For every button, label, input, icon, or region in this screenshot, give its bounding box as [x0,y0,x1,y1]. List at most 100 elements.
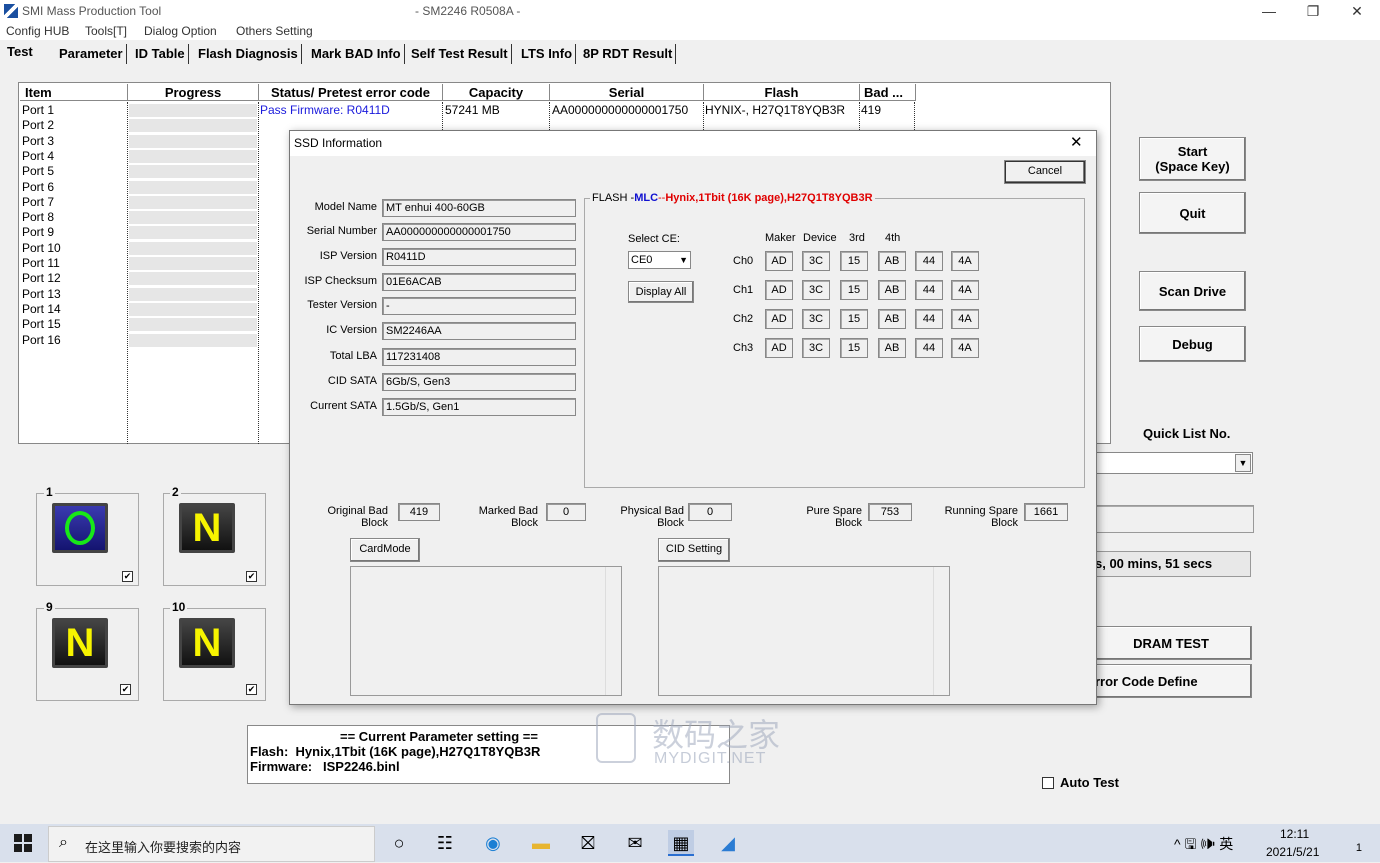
status-field [1090,505,1254,533]
info-value: 01E6ACAB [382,273,576,291]
card-mode-button[interactable]: CardMode [350,538,420,562]
notification-icon[interactable]: 1 [1340,833,1362,855]
tab-id-table[interactable]: ID Table [132,44,189,64]
flash-id-byte: AD [765,338,793,358]
dialog-title-bar: SSD Information ✕ [290,131,1096,156]
port-progress-bar [129,287,257,302]
port-item[interactable]: Port 7 [22,195,54,210]
port-item[interactable]: Port 3 [22,134,54,149]
info-value: 1.5Gb/S, Gen1 [382,398,576,416]
col-status[interactable]: Status/ Pretest error code [259,84,443,101]
scrollbar[interactable] [933,567,949,695]
windows-start-icon[interactable] [14,834,32,852]
port-checkbox[interactable]: ✔ [120,684,131,695]
clock-date[interactable]: 2021/5/21 [1266,845,1319,859]
scan-drive-button[interactable]: Scan Drive [1139,271,1246,311]
task-view-icon[interactable]: ○ [386,830,412,856]
menu-tools[interactable]: Tools[T] [85,24,127,38]
scrollbar[interactable] [605,567,621,695]
minimize-button[interactable]: — [1246,0,1292,22]
original-bad-value: 419 [398,503,440,521]
select-ce-value: CE0 [631,254,653,266]
mail-icon[interactable]: ✉ [622,830,648,856]
menu-others-setting[interactable]: Others Setting [236,24,313,38]
col-bad[interactable]: Bad ... [860,84,916,101]
tab-parameter[interactable]: Parameter [56,44,127,64]
port-item[interactable]: Port 11 [22,256,60,271]
port-progress-bar [129,257,257,271]
port-progress-bar [129,149,257,164]
start-button[interactable]: Start (Space Key) [1139,137,1246,181]
edge-browser-icon[interactable]: ◉ [480,830,506,856]
widgets-icon[interactable]: ☷ [432,830,458,856]
col-item[interactable]: Item [20,84,128,101]
quick-list-select[interactable]: ▼ [1090,452,1253,474]
chevron-down-icon[interactable]: ▼ [679,252,688,268]
port-item[interactable]: Port 5 [22,164,54,179]
port-item[interactable]: Port 2 [22,118,54,133]
header-3rd: 3rd [849,232,865,244]
port-tile-number: 9 [44,600,55,614]
cancel-button[interactable]: Cancel [1004,160,1086,184]
app-taskbar-icon[interactable]: ◢ [715,830,741,856]
info-label: IC Version [326,324,377,336]
header-4th: 4th [885,232,901,244]
tab-self-test-result[interactable]: Self Test Result [408,44,512,64]
file-explorer-icon[interactable]: ▬ [528,830,554,856]
close-icon[interactable]: ✕ [1070,133,1083,151]
dram-test-button[interactable]: DRAM TEST [1090,626,1252,660]
port-checkbox[interactable]: ✔ [246,684,257,695]
port-item[interactable]: Port 14 [22,302,61,317]
tab-mark-bad-info[interactable]: Mark BAD Info [308,44,405,64]
port-checkbox[interactable]: ✔ [246,571,257,582]
cid-setting-button[interactable]: CID Setting [658,538,730,562]
select-ce-dropdown[interactable]: CE0 ▼ [628,251,691,269]
col-capacity[interactable]: Capacity [443,84,550,101]
channel-label: Ch1 [733,284,754,296]
close-window-button[interactable]: ✕ [1334,0,1380,22]
taskbar-search[interactable]: ⌕ 在这里输入你要搜索的内容 [48,826,375,862]
tab-8p-rdt-result[interactable]: 8P RDT Result [580,44,677,64]
search-placeholder: 在这里输入你要搜索的内容 [85,841,242,856]
tab-test[interactable]: Test [4,42,36,62]
col-serial[interactable]: Serial [550,84,704,101]
chevron-down-icon[interactable]: ▼ [1235,454,1251,472]
debug-button[interactable]: Debug [1139,326,1246,362]
tab-flash-diagnosis[interactable]: Flash Diagnosis [195,44,302,64]
header-device: Device [803,232,837,244]
port-item[interactable]: Port 16 [22,333,61,348]
port-n-icon: N [179,618,235,668]
port-progress-bar [129,241,257,256]
port-item[interactable]: Port 10 [22,241,61,256]
flash-id-byte: 3C [802,251,830,271]
port-item[interactable]: Port 13 [22,287,61,302]
smi-tool-taskbar-icon[interactable]: ▦ [668,830,694,856]
port-item[interactable]: Port 12 [22,271,61,286]
port-checkbox[interactable]: ✔ [122,571,133,582]
port-item[interactable]: Port 6 [22,180,54,195]
display-all-button[interactable]: Display All [628,281,694,303]
error-code-define-button[interactable]: rror Code Define [1090,664,1252,698]
quit-button[interactable]: Quit [1139,192,1246,234]
menu-dialog-option[interactable]: Dialog Option [144,24,217,38]
clock-time[interactable]: 12:11 [1280,827,1309,841]
system-tray[interactable]: ^ 🖫 🕪 英 [1174,834,1233,858]
cid-setting-textarea[interactable] [658,566,950,696]
col-progress[interactable]: Progress [128,84,259,101]
port-item[interactable]: Port 8 [22,210,54,225]
flash-id-byte: AB [878,251,906,271]
port-item[interactable]: Port 4 [22,149,54,164]
card-mode-textarea[interactable] [350,566,622,696]
menu-config-hub[interactable]: Config HUB [6,24,69,38]
port-item[interactable]: Port 1 [22,103,54,118]
flash-id-byte: 44 [915,251,943,271]
restore-button[interactable]: ❐ [1290,0,1336,22]
info-label: Serial Number [306,225,377,237]
port-item[interactable]: Port 9 [22,225,54,240]
physical-bad-value: 0 [688,503,732,521]
store-icon[interactable]: ⛝ [575,830,601,856]
tab-lts-info[interactable]: LTS Info [518,44,577,64]
col-flash[interactable]: Flash [704,84,860,101]
auto-test-checkbox[interactable] [1042,777,1054,789]
port-item[interactable]: Port 15 [22,317,61,332]
